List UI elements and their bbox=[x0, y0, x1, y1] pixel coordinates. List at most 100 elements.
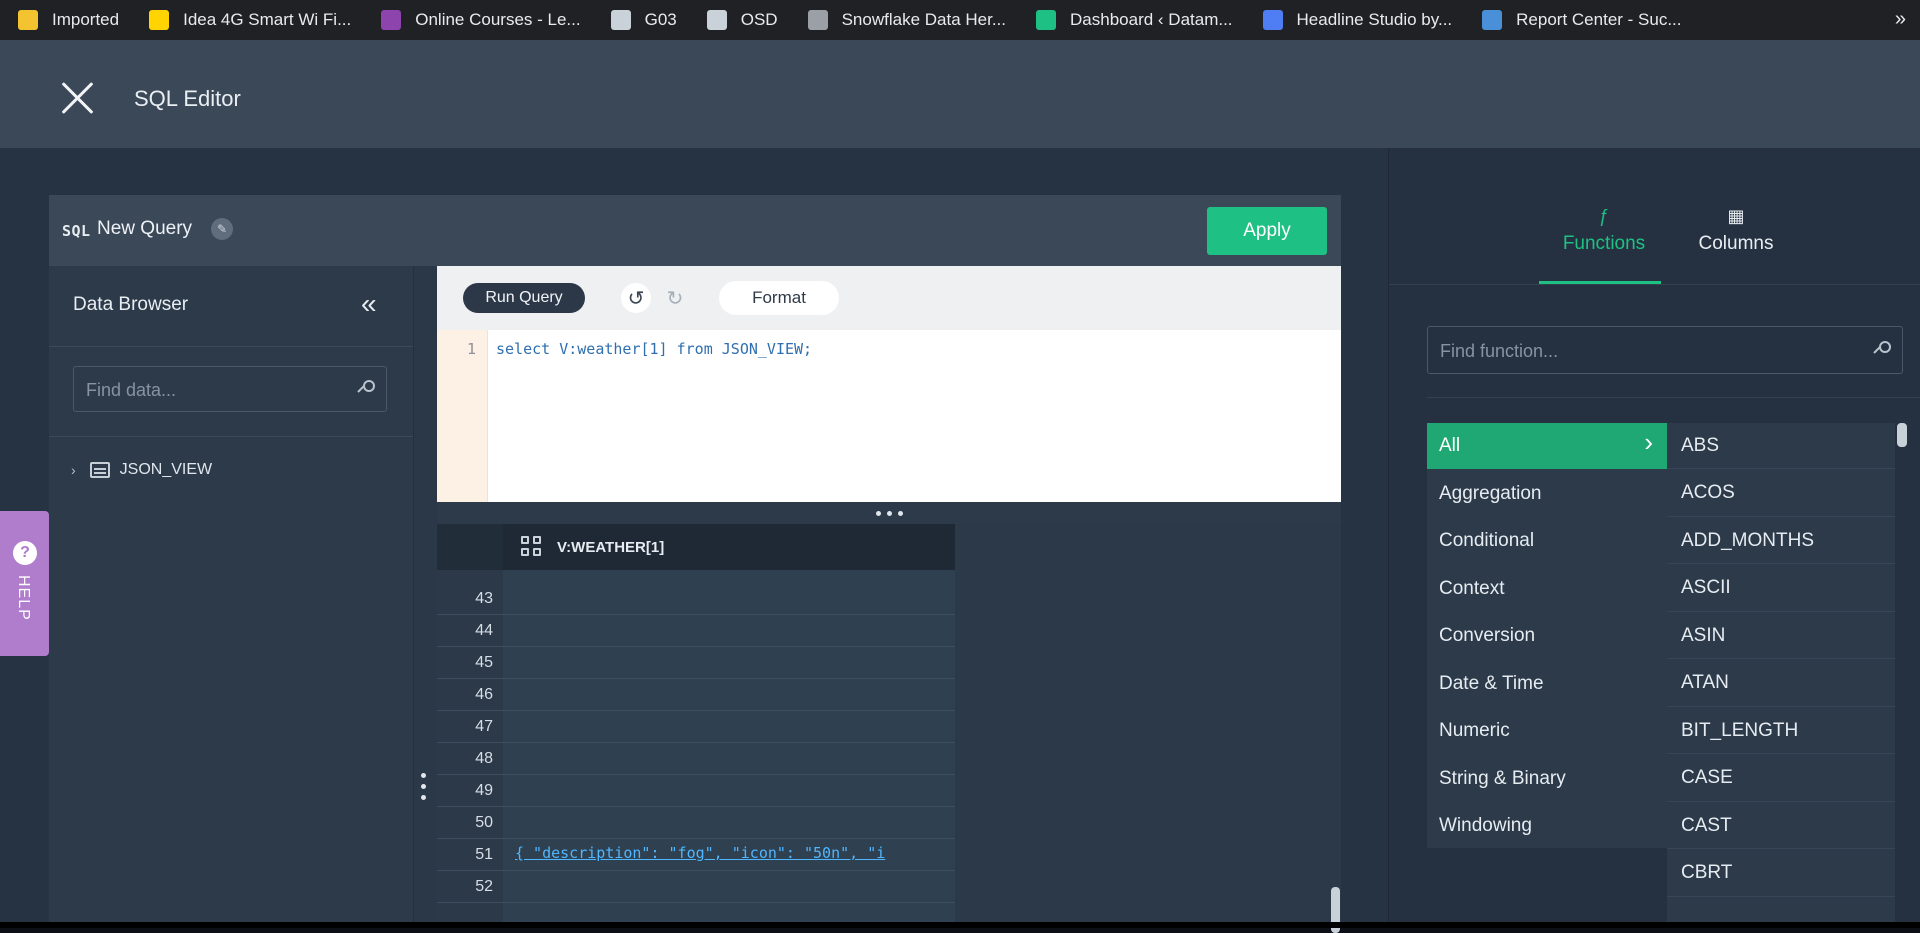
search-icon[interactable] bbox=[357, 380, 376, 398]
bookmark-item[interactable]: Imported bbox=[0, 0, 131, 40]
bookmark-item[interactable]: Idea 4G Smart Wi Fi... bbox=[131, 0, 363, 40]
function-item[interactable]: ABS bbox=[1667, 423, 1895, 469]
row-number: 44 bbox=[475, 622, 493, 639]
bookmark-item[interactable]: Report Center - Suc... bbox=[1464, 0, 1693, 40]
row-number: 48 bbox=[475, 750, 493, 767]
close-icon[interactable] bbox=[60, 80, 96, 116]
bottom-edge bbox=[0, 922, 1920, 928]
tree-item-label: JSON_VIEW bbox=[119, 461, 213, 478]
bookmark-item[interactable]: Dashboard ‹ Datam... bbox=[1018, 0, 1245, 40]
divider bbox=[49, 346, 413, 347]
bookmark-label: Report Center - Suc... bbox=[1516, 10, 1682, 29]
bookmarks-overflow-icon[interactable]: » bbox=[1895, 8, 1906, 31]
category-item[interactable]: String & Binary bbox=[1427, 756, 1667, 802]
table-row[interactable]: 46 bbox=[437, 678, 955, 711]
category-item[interactable]: All bbox=[1427, 423, 1667, 469]
main-area: SQL New Query ✎ Apply Data Browser « › J… bbox=[0, 148, 1920, 933]
bookmark-item[interactable]: G03 bbox=[593, 0, 689, 40]
row-number: 45 bbox=[475, 654, 493, 671]
line-gutter bbox=[437, 330, 488, 502]
function-list-scrollbar[interactable] bbox=[1897, 423, 1907, 447]
divider bbox=[1389, 284, 1920, 285]
help-icon: ? bbox=[13, 541, 37, 565]
app-header: SQL Editor bbox=[0, 40, 1920, 148]
edit-pencil-icon[interactable]: ✎ bbox=[211, 218, 233, 240]
table-row[interactable]: 48 bbox=[437, 742, 955, 775]
function-item[interactable]: ASCII bbox=[1667, 566, 1895, 612]
query-title: New Query bbox=[97, 218, 193, 239]
query-card: SQL New Query ✎ Apply Data Browser « › J… bbox=[49, 195, 1341, 933]
bookmark-item[interactable]: Snowflake Data Her... bbox=[790, 0, 1018, 40]
undo-icon[interactable]: ↺ bbox=[621, 283, 651, 313]
table-row[interactable]: 47 bbox=[437, 710, 955, 743]
bookmark-item[interactable]: Headline Studio by... bbox=[1245, 0, 1465, 40]
help-tab[interactable]: ? HELP bbox=[0, 511, 49, 656]
run-query-button[interactable]: Run Query bbox=[463, 283, 585, 313]
function-item[interactable]: BIT_LENGTH bbox=[1667, 708, 1895, 754]
function-item[interactable]: ACOS bbox=[1667, 471, 1895, 517]
function-item[interactable]: ASIN bbox=[1667, 613, 1895, 659]
row-value-link[interactable]: { "description": "fog", "icon": "50n", "… bbox=[515, 844, 950, 862]
bookmark-icon bbox=[610, 10, 631, 30]
category-item[interactable]: Context bbox=[1427, 566, 1667, 612]
bookmark-label: Idea 4G Smart Wi Fi... bbox=[183, 10, 352, 29]
bookmark-item[interactable]: OSD bbox=[689, 0, 790, 40]
bookmark-icon bbox=[1036, 10, 1057, 30]
category-item[interactable]: Conversion bbox=[1427, 613, 1667, 659]
code-text[interactable]: select V:weather[1] from JSON_VIEW; bbox=[496, 340, 812, 358]
sql-editor: Run Query ↺ ↻ Format 1 select V:weather[… bbox=[437, 266, 1341, 502]
apply-button[interactable]: Apply bbox=[1207, 207, 1327, 255]
table-row[interactable]: 43 bbox=[437, 582, 955, 615]
function-item[interactable]: ADD_MONTHS bbox=[1667, 518, 1895, 564]
function-item[interactable]: ATAN bbox=[1667, 661, 1895, 707]
function-item[interactable]: CASE bbox=[1667, 756, 1895, 802]
table-row[interactable]: 52 bbox=[437, 870, 955, 903]
bookmark-icon bbox=[706, 10, 727, 30]
row-number: 47 bbox=[475, 718, 493, 735]
bookmark-label: Snowflake Data Her... bbox=[841, 10, 1007, 29]
bookmark-item[interactable]: Online Courses - Le... bbox=[363, 0, 592, 40]
function-search-input[interactable] bbox=[1428, 327, 1862, 375]
table-row[interactable]: 45 bbox=[437, 646, 955, 679]
editor-toolbar: Run Query ↺ ↻ Format bbox=[437, 266, 1341, 330]
tab-columns[interactable]: ▦ Columns bbox=[1676, 206, 1796, 264]
functions-panel: ƒ Functions ▦ Columns AllAggregationCond… bbox=[1388, 148, 1920, 928]
row-number: 51 bbox=[475, 846, 493, 863]
table-row[interactable]: 50 bbox=[437, 806, 955, 839]
bookmark-label: OSD bbox=[740, 10, 778, 29]
search-icon[interactable] bbox=[1873, 341, 1892, 359]
chevron-right-icon[interactable]: › bbox=[71, 462, 76, 478]
row-number: 49 bbox=[475, 782, 493, 799]
table-row[interactable]: 44 bbox=[437, 614, 955, 647]
data-search-input[interactable] bbox=[74, 367, 348, 413]
redo-icon[interactable]: ↻ bbox=[660, 283, 690, 313]
row-number: 43 bbox=[475, 590, 493, 607]
category-item[interactable]: Numeric bbox=[1427, 708, 1667, 754]
bookmark-label: Headline Studio by... bbox=[1296, 10, 1453, 29]
help-label: HELP bbox=[15, 575, 32, 621]
table-row[interactable]: 51 { "description": "fog", "icon": "50n",… bbox=[437, 838, 955, 871]
function-item[interactable]: CBRT bbox=[1667, 851, 1895, 897]
function-icon: ƒ bbox=[1598, 206, 1609, 226]
table-row[interactable]: 49 bbox=[437, 774, 955, 807]
tab-functions[interactable]: ƒ Functions bbox=[1544, 206, 1664, 264]
category-item[interactable]: Windowing bbox=[1427, 803, 1667, 849]
category-item[interactable]: Aggregation bbox=[1427, 471, 1667, 517]
vertical-resize-handle[interactable] bbox=[421, 773, 427, 813]
category-item[interactable]: Conditional bbox=[1427, 518, 1667, 564]
row-number: 52 bbox=[475, 878, 493, 895]
column-header[interactable]: V:WEATHER[1] bbox=[503, 524, 955, 570]
row-number: 46 bbox=[475, 686, 493, 703]
tree-item-json-view[interactable]: › JSON_VIEW bbox=[71, 461, 212, 479]
divider bbox=[49, 436, 413, 437]
collapse-icon[interactable]: « bbox=[361, 288, 376, 320]
view-icon bbox=[89, 462, 110, 478]
function-item[interactable]: CAST bbox=[1667, 803, 1895, 849]
format-button[interactable]: Format bbox=[719, 281, 839, 315]
column-name: V:WEATHER[1] bbox=[557, 538, 665, 556]
bookmark-icon bbox=[381, 10, 402, 30]
table-icon: ▦ bbox=[1727, 206, 1745, 226]
splitter-handle[interactable] bbox=[437, 502, 1341, 524]
bookmark-icon bbox=[18, 10, 38, 30]
category-item[interactable]: Date & Time bbox=[1427, 661, 1667, 707]
